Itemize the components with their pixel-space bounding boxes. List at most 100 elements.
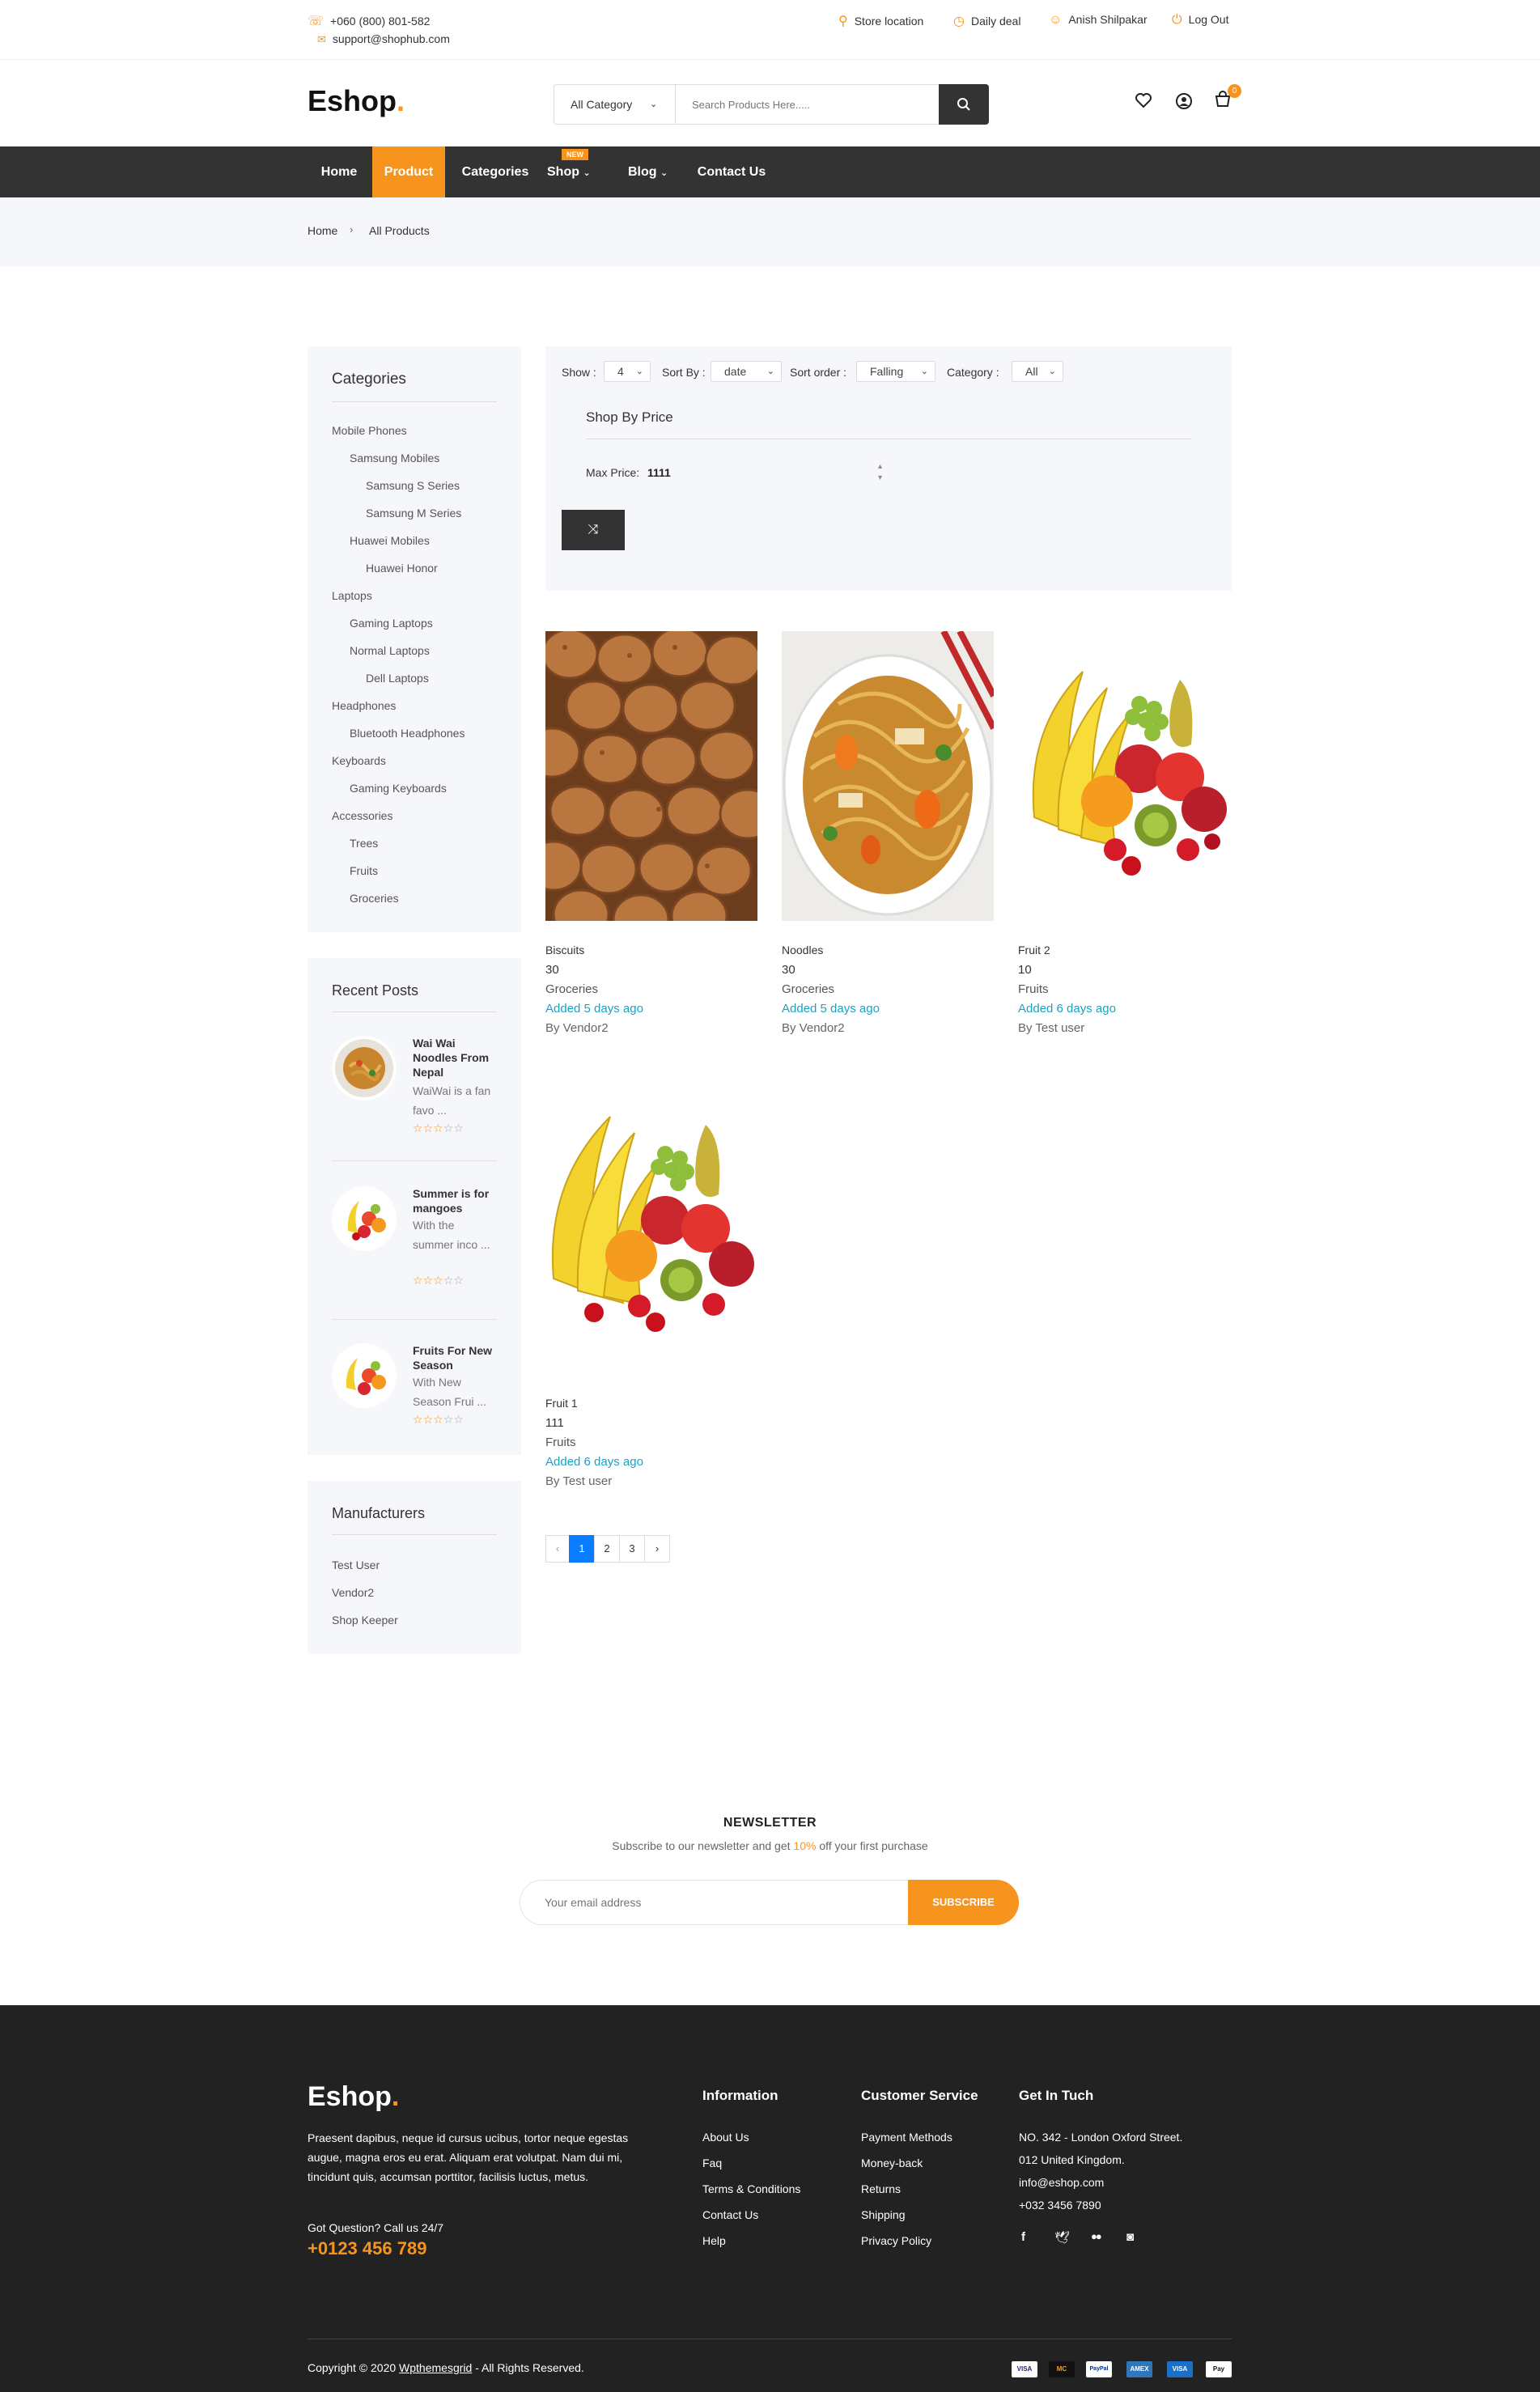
chevron-down-icon: ⌄: [1048, 367, 1056, 376]
product-added-date: Added 6 days ago: [545, 1455, 643, 1469]
product-name[interactable]: Fruit 1: [545, 1397, 578, 1410]
daily-deal-link[interactable]: ◷ Daily deal: [953, 13, 1020, 29]
category-filter-select[interactable]: All ⌄: [1012, 361, 1063, 382]
category-samsung-mobiles[interactable]: Samsung Mobiles: [350, 452, 439, 464]
logo-dot: .: [397, 84, 405, 117]
category-groceries[interactable]: Groceries: [350, 892, 399, 905]
subscribe-button[interactable]: SUBSCRIBE: [908, 1880, 1019, 1925]
twitter-icon[interactable]: 🕊: [1054, 2230, 1070, 2245]
pagination-page-2[interactable]: 2: [594, 1535, 620, 1563]
user-account-link[interactable]: ☺ Anish Shilpakar: [1049, 13, 1148, 28]
product-card[interactable]: Fruit 2 10 Fruits Added 6 days ago By Te…: [1018, 631, 1230, 1036]
category-samsung-m-series[interactable]: Samsung M Series: [366, 507, 461, 520]
category-select[interactable]: All Category ⌄: [554, 85, 676, 124]
mastercard-payment-icon: MC: [1049, 2361, 1075, 2377]
category-huawei-mobiles[interactable]: Huawei Mobiles: [350, 534, 430, 547]
manufacturer-item[interactable]: Vendor2: [332, 1586, 374, 1599]
category-headphones[interactable]: Headphones: [332, 699, 396, 712]
footer-link-returns[interactable]: Returns: [861, 2182, 901, 2195]
breadcrumb: Home › All Products: [0, 197, 1540, 266]
category-trees[interactable]: Trees: [350, 837, 378, 850]
nav-categories[interactable]: Categories: [452, 146, 539, 197]
footer-link-payment[interactable]: Payment Methods: [861, 2131, 952, 2144]
pagination-prev[interactable]: ‹: [545, 1535, 570, 1563]
site-logo[interactable]: Eshop.: [308, 84, 405, 118]
account-icon[interactable]: [1175, 92, 1193, 114]
product-image[interactable]: [782, 631, 994, 921]
pagination-next[interactable]: ›: [644, 1535, 670, 1563]
cart-count-badge: 0: [1228, 84, 1241, 98]
nav-blog[interactable]: Blog ⌄: [628, 146, 673, 197]
newsletter-email-input[interactable]: [545, 1881, 901, 1924]
nav-product[interactable]: Product: [372, 146, 445, 197]
sort-order-select[interactable]: Falling ⌄: [856, 361, 935, 382]
contact-email[interactable]: info@eshop.com: [1019, 2176, 1104, 2189]
footer-link-moneyback[interactable]: Money-back: [861, 2157, 923, 2169]
footer-link-faq[interactable]: Faq: [702, 2157, 722, 2169]
category-keyboards[interactable]: Keyboards: [332, 754, 386, 767]
manufacturer-item[interactable]: Shop Keeper: [332, 1614, 398, 1626]
breadcrumb-home[interactable]: Home: [308, 224, 337, 237]
newsletter-text-before: Subscribe to our newsletter and get: [612, 1839, 794, 1852]
wishlist-icon[interactable]: [1135, 92, 1152, 112]
category-laptops[interactable]: Laptops: [332, 589, 372, 602]
product-image[interactable]: [545, 631, 757, 921]
footer-link-about[interactable]: About Us: [702, 2131, 749, 2144]
nav-home[interactable]: Home: [308, 146, 371, 197]
facebook-icon[interactable]: f: [1021, 2230, 1025, 2244]
search-button[interactable]: [939, 84, 989, 125]
footer-link-contact[interactable]: Contact Us: [702, 2208, 758, 2221]
category-bluetooth-headphones[interactable]: Bluetooth Headphones: [350, 727, 465, 740]
product-name[interactable]: Biscuits: [545, 944, 584, 956]
pagination-page-1[interactable]: 1: [569, 1535, 595, 1563]
product-card[interactable]: Noodles 30 Groceries Added 5 days ago By…: [782, 631, 994, 1036]
flickr-icon[interactable]: ●●: [1091, 2230, 1102, 2242]
category-gaming-laptops[interactable]: Gaming Laptops: [350, 617, 433, 630]
product-image[interactable]: [1018, 631, 1230, 921]
nav-contact[interactable]: Contact Us: [688, 146, 775, 197]
product-image[interactable]: [545, 1084, 757, 1374]
instagram-icon[interactable]: ◙: [1126, 2230, 1134, 2244]
footer-link-help[interactable]: Help: [702, 2234, 726, 2247]
product-name[interactable]: Fruit 2: [1018, 944, 1050, 956]
logout-link[interactable]: ⏻ Log Out: [1172, 13, 1228, 28]
category-accessories[interactable]: Accessories: [332, 809, 392, 822]
footer-link-privacy[interactable]: Privacy Policy: [861, 2234, 931, 2247]
product-card[interactable]: Fruit 1 111 Fruits Added 6 days ago By T…: [545, 1084, 757, 1489]
recent-posts-widget: Recent Posts Wai Wai Noodles From Nepal …: [308, 958, 521, 1455]
product-card[interactable]: Biscuits 30 Groceries Added 5 days ago B…: [545, 631, 757, 1036]
recent-post[interactable]: Wai Wai Noodles From Nepal WaiWai is a f…: [332, 1036, 497, 1157]
footer-link-shipping[interactable]: Shipping: [861, 2208, 906, 2221]
post-title: Fruits For New Season: [413, 1344, 493, 1372]
copyright-link[interactable]: Wpthemesgrid: [399, 2361, 472, 2374]
show-select[interactable]: 4 ⌄: [604, 361, 651, 382]
recent-post[interactable]: Fruits For New Season With New Season Fr…: [332, 1343, 497, 1448]
category-huawei-honor[interactable]: Huawei Honor: [366, 562, 438, 575]
category-dell-laptops[interactable]: Dell Laptops: [366, 672, 429, 685]
recent-post[interactable]: Summer is for mangoes With the summer in…: [332, 1186, 497, 1308]
chevron-down-icon: ⌄: [920, 367, 928, 376]
manufacturer-item[interactable]: Test User: [332, 1559, 380, 1571]
star-icon: ☆: [422, 1122, 434, 1135]
apply-filter-button[interactable]: ⤨: [562, 510, 625, 550]
footer-link-terms[interactable]: Terms & Conditions: [702, 2182, 800, 2195]
product-category: Fruits: [1018, 982, 1049, 996]
category-samsung-s-series[interactable]: Samsung S Series: [366, 479, 460, 492]
footer-logo[interactable]: Eshop.: [308, 2081, 399, 2113]
shuffle-icon: ⤨: [588, 523, 599, 537]
category-fruits[interactable]: Fruits: [350, 864, 378, 877]
page: ☏ +060 (800) 801-582 ✉ support@shophub.com…: [0, 0, 1540, 2392]
pagination-page-3[interactable]: 3: [619, 1535, 645, 1563]
category-mobile-phones[interactable]: Mobile Phones: [332, 424, 407, 437]
search-input[interactable]: [676, 85, 939, 124]
max-price-input[interactable]: 1111 ▴ ▾: [647, 461, 882, 484]
contact-phone[interactable]: +032 3456 7890: [1019, 2199, 1101, 2212]
category-gaming-keyboards[interactable]: Gaming Keyboards: [350, 782, 447, 795]
footer-phone[interactable]: +0123 456 789: [308, 2238, 426, 2259]
product-name[interactable]: Noodles: [782, 944, 823, 956]
nav-blog-label: Blog: [628, 165, 657, 179]
product-price: 111: [545, 1416, 564, 1430]
category-normal-laptops[interactable]: Normal Laptops: [350, 644, 430, 657]
store-location-link[interactable]: ⚲ Store location: [838, 13, 923, 29]
sort-by-select[interactable]: date ⌄: [711, 361, 782, 382]
